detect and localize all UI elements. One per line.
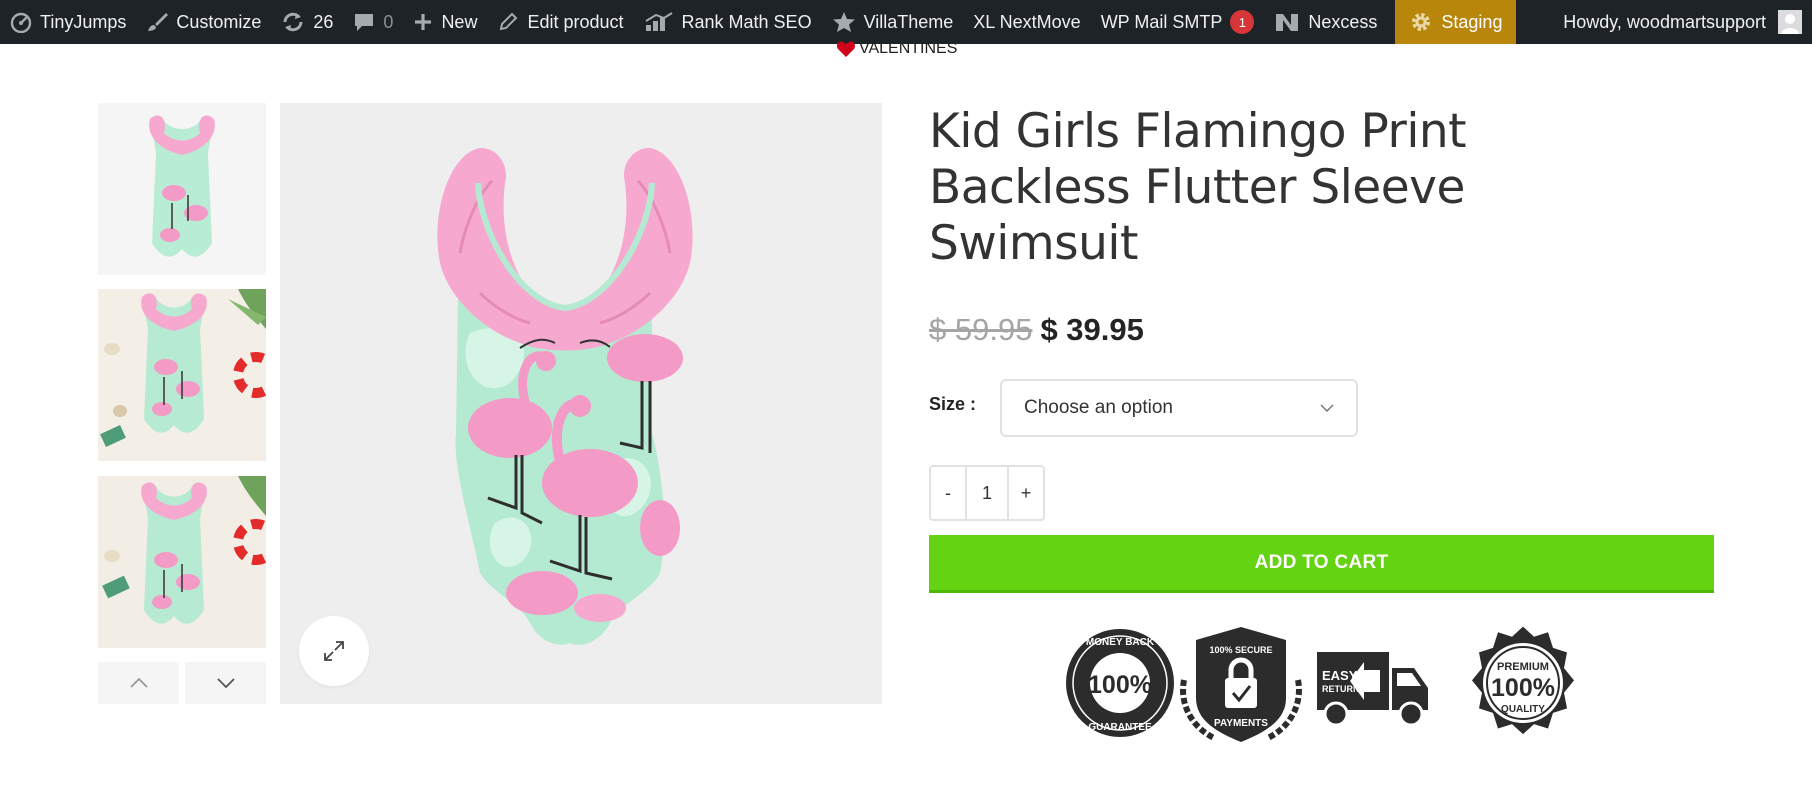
admin-bar-customize-label: Customize	[176, 11, 262, 32]
admin-bar-howdy: Howdy, woodmartsupport	[1563, 11, 1766, 32]
chevron-up-icon	[129, 678, 148, 688]
quantity-plus-button[interactable]: +	[1009, 467, 1043, 519]
money-back-guarantee-badge: 100% MONEY BACK GUARANTEE	[1066, 629, 1174, 737]
admin-bar-staging-label: Staging	[1441, 11, 1503, 32]
admin-bar-xl-nextmove-label: XL NextMove	[973, 11, 1081, 32]
secure-payments-badge: 100% SECURE PAYMENTS	[1180, 627, 1302, 742]
admin-bar-wp-mail-smtp-label: WP Mail SMTP	[1100, 11, 1223, 32]
admin-bar-nexcess[interactable]: Nexcess	[1264, 0, 1387, 44]
admin-bar-updates[interactable]: 26	[271, 0, 343, 44]
admin-bar-rank-math[interactable]: Rank Math SEO	[634, 0, 822, 44]
money-back-top-text: MONEY BACK	[1086, 637, 1155, 648]
admin-bar-site-name: TinyJumps	[40, 11, 127, 32]
flamingo-swimsuit-image	[437, 147, 693, 645]
easy-return-line1: EASY	[1322, 668, 1358, 683]
admin-bar-nexcess-label: Nexcess	[1308, 11, 1378, 32]
secure-bottom-text: PAYMENTS	[1214, 718, 1268, 729]
gear-icon	[1412, 13, 1431, 31]
size-select[interactable]: Choose an option	[1000, 379, 1358, 437]
money-back-bottom-text: GUARANTEE	[1088, 722, 1152, 733]
admin-bar-new[interactable]: New	[403, 0, 487, 44]
admin-bar-comments[interactable]: 0	[343, 0, 403, 44]
dashboard-icon	[10, 12, 32, 33]
easy-return-line2: RETURN	[1322, 684, 1360, 694]
easy-return-badge: EASY RETURN	[1317, 652, 1428, 727]
plus-icon	[415, 14, 432, 30]
avatar	[1778, 10, 1802, 34]
zoom-button[interactable]	[299, 616, 369, 686]
gallery-prev-button[interactable]	[98, 662, 179, 704]
notification-badge: 1	[1230, 10, 1255, 34]
thumbnail-3[interactable]	[98, 476, 266, 648]
trust-badges: 100% MONEY BACK GUARANTEE 100% SECURE PA…	[1066, 626, 1574, 742]
money-back-percent: 100%	[1088, 671, 1152, 699]
admin-bar-comments-count: 0	[383, 11, 394, 32]
secure-top-text: 100% SECURE	[1209, 645, 1272, 655]
product-price: $ 59.95 $ 39.95	[929, 312, 1144, 348]
admin-bar-new-label: New	[441, 11, 478, 32]
premium-top-text: PREMIUM	[1497, 661, 1549, 673]
admin-bar-staging[interactable]: Staging	[1395, 0, 1517, 44]
admin-bar-rank-math-label: Rank Math SEO	[681, 11, 812, 32]
swimsuit-flatlay-thumbnail-image	[100, 289, 266, 447]
product-title: Kid Girls Flamingo Print Backless Flutte…	[929, 104, 1549, 272]
chevron-down-icon	[1320, 404, 1334, 412]
rank-math-icon	[645, 12, 673, 31]
thumbnail-1[interactable]	[98, 103, 266, 275]
product-title-line-3: Swimsuit	[929, 216, 1138, 271]
gallery-next-button[interactable]	[185, 662, 266, 704]
product-title-line-2: Backless Flutter Sleeve	[929, 160, 1465, 215]
sale-price: $ 39.95	[1040, 312, 1144, 347]
admin-bar-site[interactable]: TinyJumps	[0, 0, 136, 44]
admin-bar-villatheme-label: VillaTheme	[863, 11, 954, 32]
swimsuit-thumbnail-image	[149, 115, 215, 257]
heart-icon	[836, 41, 856, 57]
quantity-minus-button[interactable]: -	[931, 467, 965, 519]
premium-bottom-text: QUALITY	[1501, 704, 1545, 715]
expand-icon	[324, 641, 344, 661]
pencil-icon	[500, 12, 518, 31]
size-select-value: Choose an option	[1024, 397, 1173, 418]
admin-bar-edit-product-label: Edit product	[527, 11, 624, 32]
quantity-input[interactable]	[965, 467, 1009, 519]
comment-icon	[355, 14, 374, 31]
admin-bar-wp-mail-smtp[interactable]: WP Mail SMTP 1	[1091, 0, 1265, 44]
quantity-stepper: - +	[929, 465, 1045, 521]
thumbnail-2[interactable]	[98, 289, 266, 461]
premium-quality-badge: PREMIUM 100% QUALITY	[1472, 626, 1574, 735]
star-icon	[832, 12, 855, 32]
promo-text: VALENTINES	[859, 40, 958, 57]
premium-percent: 100%	[1491, 674, 1555, 702]
size-label: Size :	[929, 394, 977, 414]
user-avatar-icon	[1778, 10, 1802, 34]
swimsuit-flatlay-thumbnail-image-alt	[102, 476, 266, 624]
regular-price: $ 59.95	[929, 312, 1033, 347]
admin-bar-edit-product[interactable]: Edit product	[487, 0, 633, 44]
main-product-image[interactable]	[280, 103, 882, 704]
brush-icon	[148, 13, 169, 31]
updates-icon	[283, 12, 303, 32]
admin-bar-xl-nextmove[interactable]: XL NextMove	[963, 0, 1090, 44]
add-to-cart-button[interactable]: ADD TO CART	[929, 535, 1714, 593]
nexcess-icon	[1276, 14, 1299, 31]
product-title-line-1: Kid Girls Flamingo Print	[929, 104, 1467, 159]
admin-bar-updates-count: 26	[313, 11, 334, 32]
admin-bar-customize[interactable]: Customize	[136, 0, 271, 44]
promo-banner[interactable]: VALENTINES	[836, 38, 957, 60]
chevron-down-icon	[216, 678, 235, 688]
admin-bar-account[interactable]: Howdy, woodmartsupport	[1553, 0, 1812, 44]
